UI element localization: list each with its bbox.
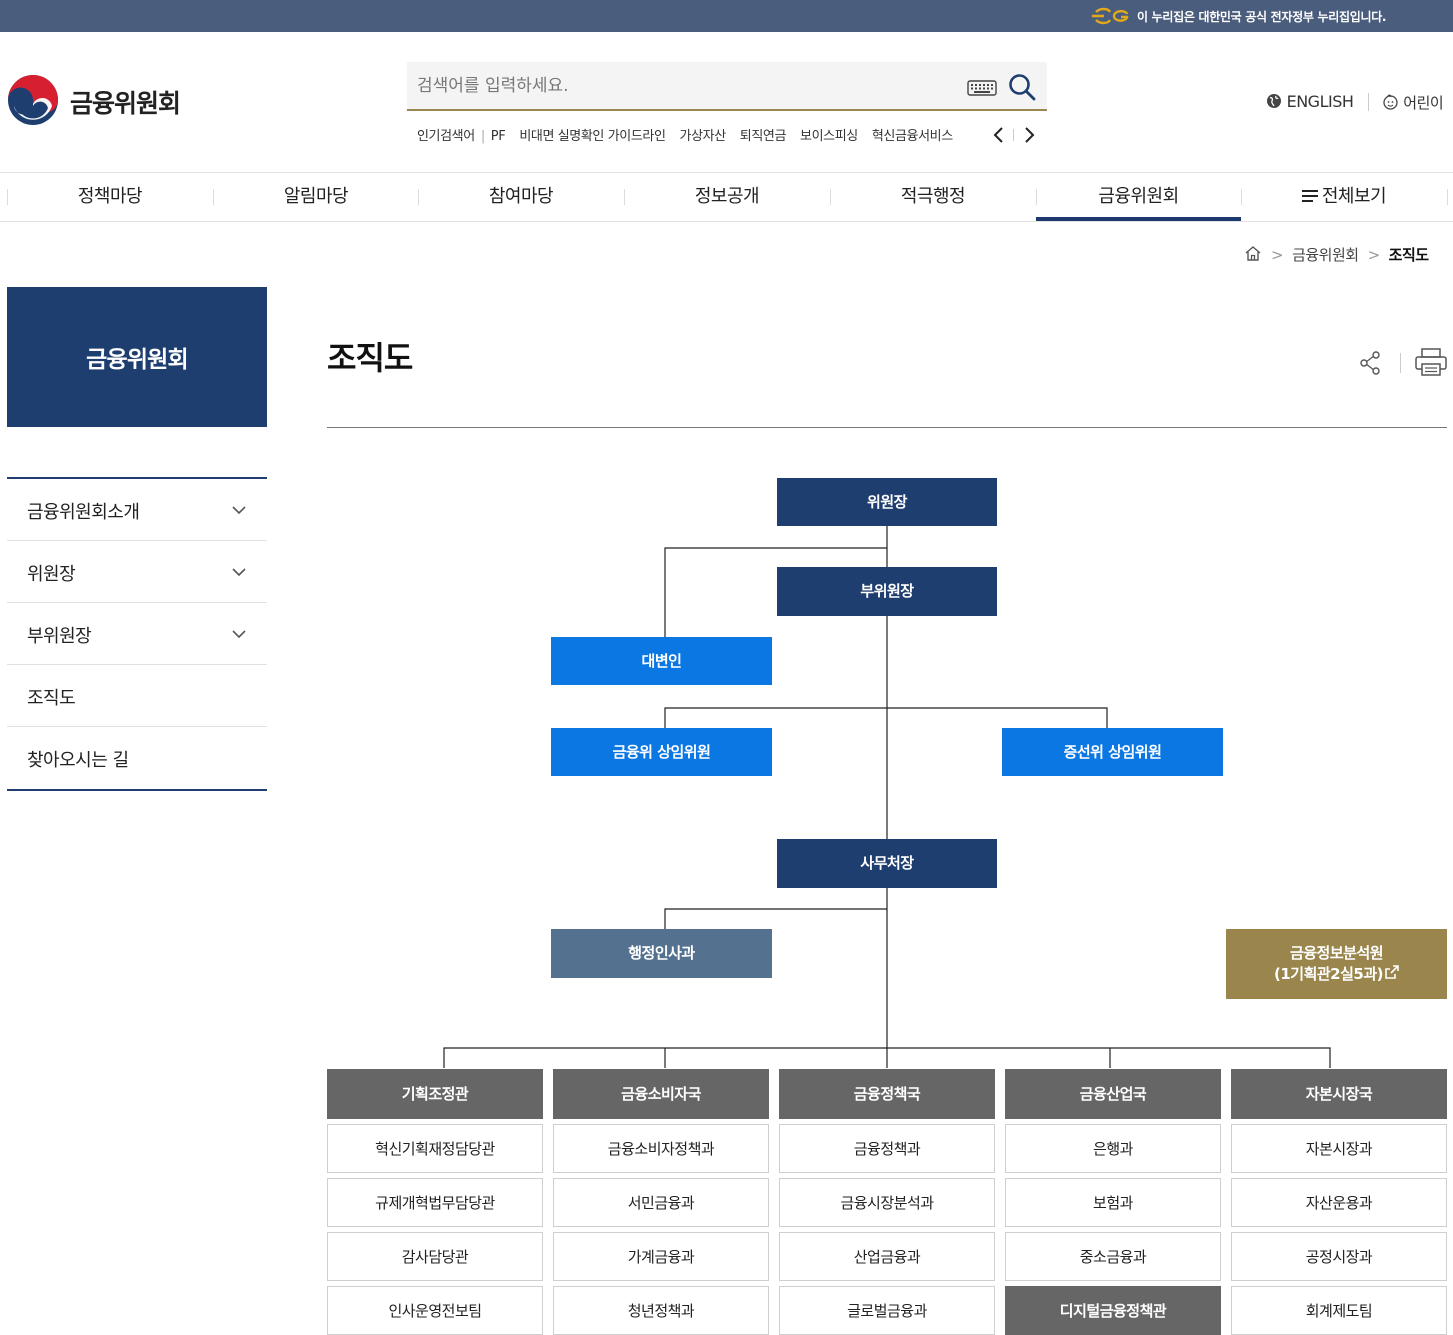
org-division[interactable]: 보험과 [1005,1178,1221,1227]
org-fiu-detail-text: (1기획관2실5과) [1273,965,1384,983]
org-fsc-commissioner[interactable]: 금융위 상임위원 [551,728,772,776]
org-division[interactable]: 금융시장분석과 [779,1178,995,1227]
org-division[interactable]: 혁신기획재정담당관 [327,1124,543,1173]
org-bureau-header[interactable]: 금융산업국 [1005,1069,1221,1119]
org-division[interactable]: 산업금융과 [779,1232,995,1281]
org-division[interactable]: 가계금융과 [553,1232,769,1281]
org-division[interactable]: 은행과 [1005,1124,1221,1173]
org-admin-personnel[interactable]: 행정인사과 [551,929,772,978]
org-division[interactable]: 금융소비자정책과 [553,1124,769,1173]
org-division[interactable]: 규제개혁법무담당관 [327,1178,543,1227]
org-fiu-name: 금융정보분석원 [1289,944,1384,962]
org-fiu-detail: (1기획관2실5과) [1274,964,1399,985]
org-division[interactable]: 서민금융과 [553,1178,769,1227]
org-division[interactable]: 감사담당관 [327,1232,543,1281]
org-bureau-header[interactable]: 자본시장국 [1231,1069,1447,1119]
org-division[interactable]: 중소금융과 [1005,1232,1221,1281]
org-fiu[interactable]: 금융정보분석원 (1기획관2실5과) [1226,929,1447,999]
org-vice-chairman[interactable]: 부위원장 [777,567,997,616]
org-division[interactable]: 자본시장과 [1231,1124,1447,1173]
org-bureau-header[interactable]: 기획조정관 [327,1069,543,1119]
org-division[interactable]: 공정시장과 [1231,1232,1447,1281]
org-bureau-header[interactable]: 금융정책국 [779,1069,995,1119]
org-division[interactable]: 금융정책과 [779,1124,995,1173]
org-sfc-commissioner[interactable]: 증선위 상임위원 [1002,728,1223,776]
org-bureau-header[interactable]: 금융소비자국 [553,1069,769,1119]
org-secretary-general[interactable]: 사무처장 [777,839,997,888]
org-division[interactable]: 자산운용과 [1231,1178,1447,1227]
org-chairman[interactable]: 위원장 [777,478,997,526]
org-spokesperson[interactable]: 대변인 [551,637,772,685]
external-link-icon [1385,965,1399,979]
